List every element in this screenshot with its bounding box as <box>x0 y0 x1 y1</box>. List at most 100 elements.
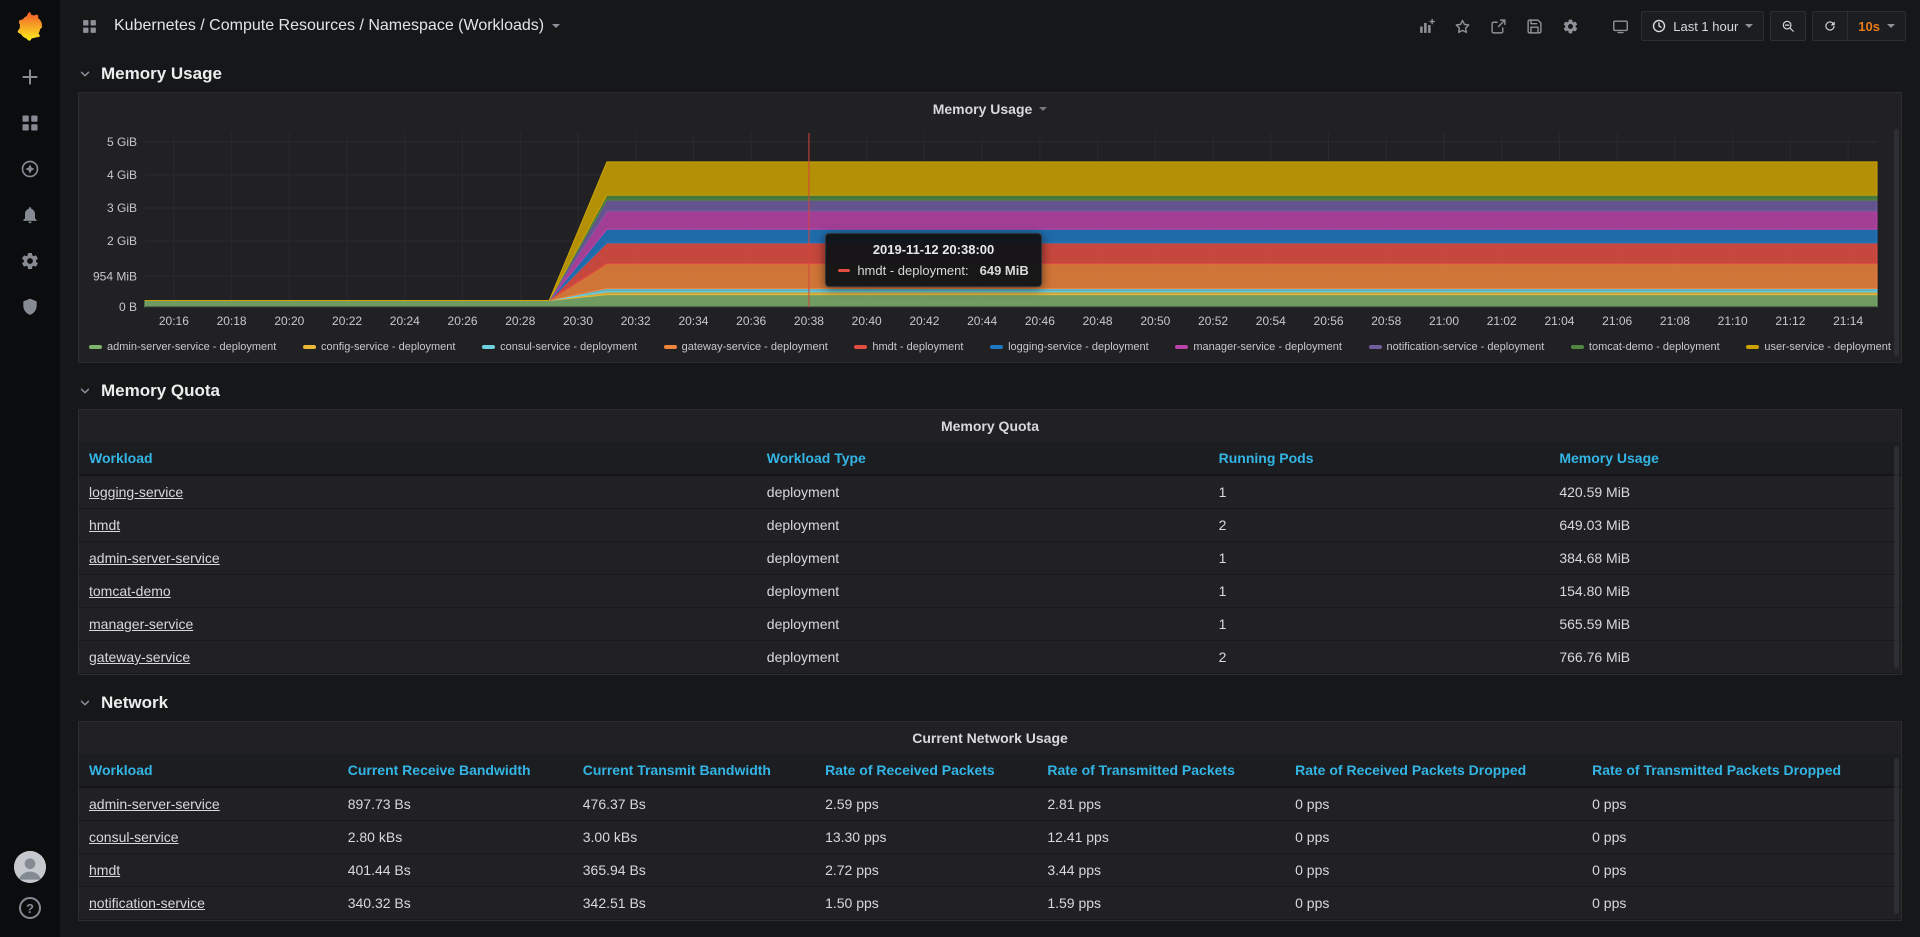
refresh-group: 10s <box>1812 11 1906 41</box>
save-button[interactable] <box>1519 11 1549 41</box>
save-icon <box>1526 18 1543 35</box>
workload-link[interactable]: consul-service <box>89 829 178 845</box>
legend-item[interactable]: manager-service - deployment <box>1175 341 1342 353</box>
sidebar-item-server-admin[interactable] <box>0 284 60 330</box>
panel-title-text: Memory Usage <box>933 101 1033 117</box>
section-title: Memory Usage <box>101 64 222 84</box>
legend-item[interactable]: gateway-service - deployment <box>664 341 828 353</box>
sidebar-item-configuration[interactable] <box>0 238 60 284</box>
column-header-memory-usage[interactable]: Memory Usage <box>1549 442 1901 475</box>
memory-quota-panel: Memory Quota WorkloadWorkload TypeRunnin… <box>78 409 1902 675</box>
sidebar-item-alerting[interactable] <box>0 192 60 238</box>
section-network: Network Current Network Usage WorkloadCu… <box>78 685 1902 921</box>
memory-usage-chart-area[interactable]: 2019-11-12 20:38:00 hmdt - deployment: 6… <box>79 125 1901 336</box>
refresh-interval-button[interactable]: 10s <box>1847 11 1906 41</box>
clock-icon <box>1652 19 1666 33</box>
sidebar-item-create[interactable] <box>0 54 60 100</box>
table-cell: 0 pps <box>1582 854 1901 887</box>
zoom-out-icon <box>1781 19 1795 33</box>
y-axis-label: 4 GiB <box>107 168 137 182</box>
table-cell: 2.72 pps <box>815 854 1037 887</box>
table-row: gateway-servicedeployment2766.76 MiB <box>79 641 1901 674</box>
table-cell: deployment <box>757 575 1209 608</box>
sidebar-item-dashboards[interactable] <box>0 100 60 146</box>
add-panel-icon <box>1418 18 1435 35</box>
time-range-button[interactable]: Last 1 hour <box>1641 11 1764 41</box>
column-header-rate-of-transmitted-packets-dropped[interactable]: Rate of Transmitted Packets Dropped <box>1582 754 1901 787</box>
workload-link[interactable]: admin-server-service <box>89 796 220 812</box>
workload-link[interactable]: manager-service <box>89 616 193 632</box>
column-header-running-pods[interactable]: Running Pods <box>1209 442 1550 475</box>
x-axis-label: 20:40 <box>852 314 882 328</box>
section-title: Memory Quota <box>101 381 220 401</box>
column-header-workload-type[interactable]: Workload Type <box>757 442 1209 475</box>
dashboard-settings-button[interactable] <box>1555 11 1585 41</box>
sidebar-item-explore[interactable] <box>0 146 60 192</box>
column-header-current-transmit-bandwidth[interactable]: Current Transmit Bandwidth <box>573 754 815 787</box>
section-header-network[interactable]: Network <box>78 685 1902 721</box>
table-cell: 384.68 MiB <box>1549 542 1901 575</box>
table-cell: 154.80 MiB <box>1549 575 1901 608</box>
workload-link[interactable]: notification-service <box>89 895 205 911</box>
share-button[interactable] <box>1483 11 1513 41</box>
panel-title-text: Current Network Usage <box>912 730 1068 746</box>
memory-usage-chart[interactable]: 0 B954 MiB2 GiB3 GiB4 GiB5 GiB20:1620:18… <box>87 125 1893 333</box>
column-header-rate-of-received-packets[interactable]: Rate of Received Packets <box>815 754 1037 787</box>
workload-link[interactable]: hmdt <box>89 517 120 533</box>
legend-item[interactable]: consul-service - deployment <box>482 341 637 353</box>
help-button[interactable]: ? <box>19 897 41 919</box>
add-panel-button[interactable] <box>1411 11 1441 41</box>
legend-item[interactable]: config-service - deployment <box>303 341 456 353</box>
table-row: consul-service2.80 kBs3.00 kBs13.30 pps1… <box>79 821 1901 854</box>
star-button[interactable] <box>1447 11 1477 41</box>
section-header-memory-quota[interactable]: Memory Quota <box>78 373 1902 409</box>
x-axis-label: 20:32 <box>621 314 651 328</box>
panel-title-memory-usage[interactable]: Memory Usage <box>79 93 1901 125</box>
legend-series-marker <box>89 345 102 349</box>
section-header-memory-usage[interactable]: Memory Usage <box>78 56 1902 92</box>
column-header-workload[interactable]: Workload <box>79 442 757 475</box>
x-axis-label: 21:12 <box>1775 314 1805 328</box>
memory-usage-panel: Memory Usage 2019-11-12 20:38:00 hmdt - … <box>78 92 1902 363</box>
panel-scrollbar[interactable] <box>1894 758 1899 914</box>
table-cell: deployment <box>757 475 1209 509</box>
x-axis-label: 20:42 <box>909 314 939 328</box>
zoom-out-button[interactable] <box>1770 11 1806 41</box>
chevron-down-icon <box>78 67 92 81</box>
workload-link[interactable]: hmdt <box>89 862 120 878</box>
dashboard-title[interactable]: Kubernetes / Compute Resources / Namespa… <box>114 17 560 35</box>
legend-item[interactable]: user-service - deployment <box>1746 341 1891 353</box>
x-axis-label: 20:16 <box>159 314 189 328</box>
panel-scrollbar[interactable] <box>1894 129 1899 356</box>
user-avatar[interactable] <box>14 851 46 883</box>
x-axis-label: 20:28 <box>505 314 535 328</box>
y-axis-label: 2 GiB <box>107 234 137 248</box>
column-header-current-receive-bandwidth[interactable]: Current Receive Bandwidth <box>338 754 573 787</box>
panel-title-memory-quota[interactable]: Memory Quota <box>79 410 1901 442</box>
table-cell: 1 <box>1209 575 1550 608</box>
legend-item[interactable]: admin-server-service - deployment <box>89 341 276 353</box>
section-memory-usage: Memory Usage Memory Usage 2019-11-12 20:… <box>78 56 1902 363</box>
column-header-rate-of-received-packets-dropped[interactable]: Rate of Received Packets Dropped <box>1285 754 1582 787</box>
table-cell: 12.41 pps <box>1037 821 1285 854</box>
workload-link[interactable]: logging-service <box>89 484 183 500</box>
grafana-logo[interactable] <box>0 0 60 54</box>
legend-series-marker <box>990 345 1003 349</box>
legend-item[interactable]: logging-service - deployment <box>990 341 1149 353</box>
column-header-workload[interactable]: Workload <box>79 754 338 787</box>
panel-title-network-usage[interactable]: Current Network Usage <box>79 722 1901 754</box>
refresh-interval-label: 10s <box>1858 19 1880 34</box>
workload-link[interactable]: gateway-service <box>89 649 190 665</box>
refresh-button[interactable] <box>1812 11 1847 41</box>
apps-grid-icon <box>81 18 98 35</box>
workload-link[interactable]: tomcat-demo <box>89 583 171 599</box>
cycle-view-button[interactable] <box>1605 11 1635 41</box>
legend-item[interactable]: notification-service - deployment <box>1369 341 1545 353</box>
dashboard-picker-button[interactable] <box>74 11 104 41</box>
legend-item[interactable]: tomcat-demo - deployment <box>1571 341 1720 353</box>
panel-scrollbar[interactable] <box>1894 446 1899 668</box>
column-header-rate-of-transmitted-packets[interactable]: Rate of Transmitted Packets <box>1037 754 1285 787</box>
workload-link[interactable]: admin-server-service <box>89 550 220 566</box>
table-cell: 0 pps <box>1285 887 1582 920</box>
legend-item[interactable]: hmdt - deployment <box>854 341 963 353</box>
